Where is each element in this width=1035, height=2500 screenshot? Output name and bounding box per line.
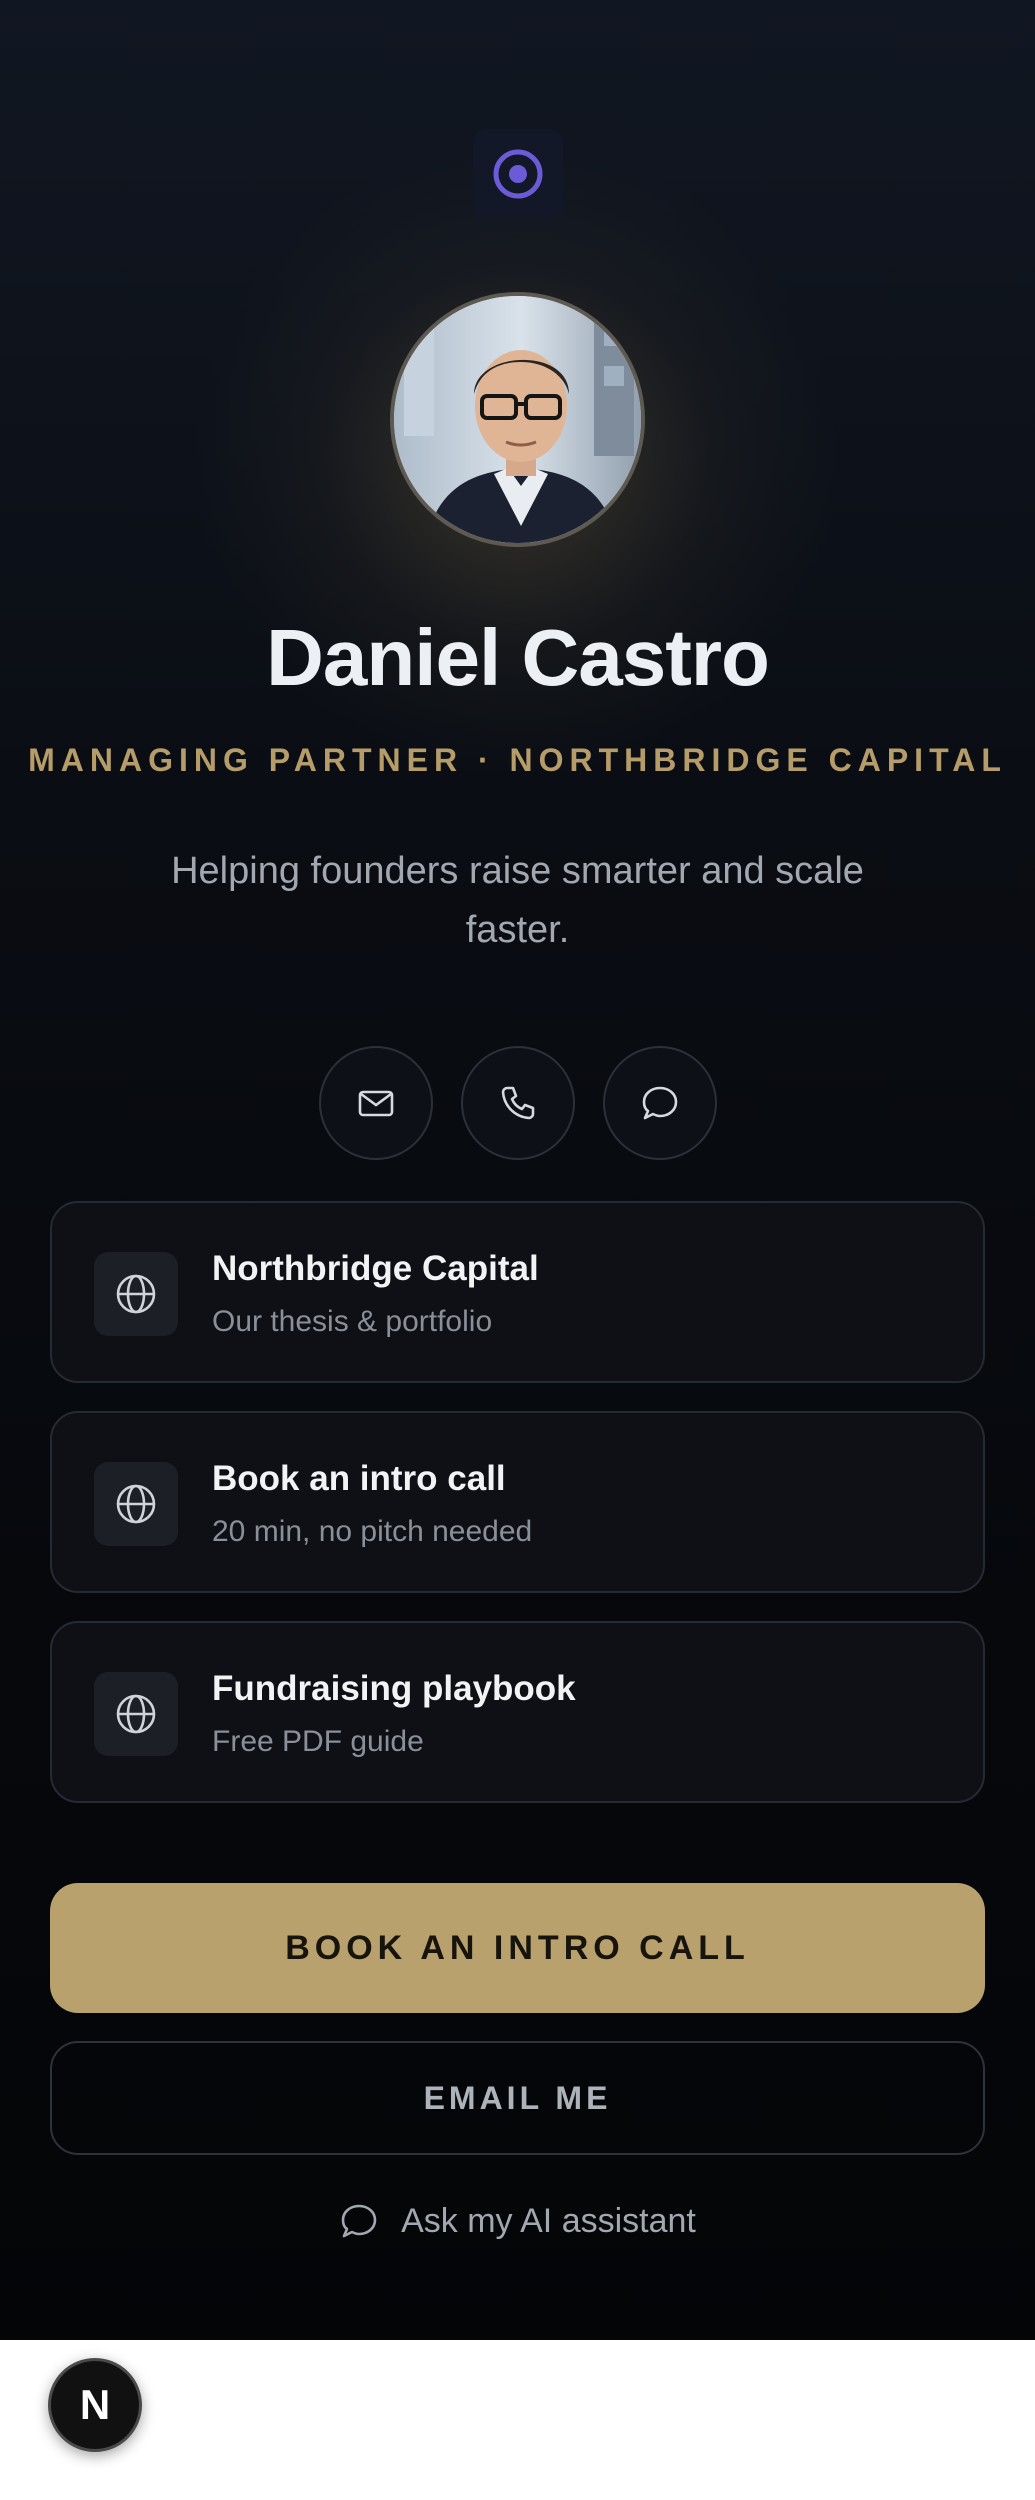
globe-icon [94,1252,178,1336]
email-button[interactable] [318,1046,433,1160]
mail-icon [358,1090,393,1117]
phone-button[interactable] [460,1046,575,1160]
n-badge-button[interactable]: N [48,2358,142,2452]
profile-page: Daniel Castro MANAGING PARTNER · NORTHBR… [0,0,1035,2340]
link-title: Book an intro call [212,1459,506,1498]
link-subtitle: 20 min, no pitch needed [212,1515,533,1548]
link-card-intro-call[interactable]: Book an intro call 20 min, no pitch need… [50,1411,985,1593]
globe-icon [94,1672,178,1756]
profile-tagline: Helping founders raise smarter and scale… [171,850,864,951]
brand-logo [473,129,563,219]
phone-icon [501,1086,534,1120]
contact-buttons [0,1046,1035,1160]
link-title: Fundraising playbook [212,1669,576,1708]
link-card-northbridge[interactable]: Northbridge Capital Our thesis & portfol… [50,1201,985,1383]
profile-role: MANAGING PARTNER · NORTHBRIDGE CAPITAL [28,742,1007,778]
avatar [390,292,645,547]
ai-assistant-link[interactable]: Ask my AI assistant [0,2196,1035,2246]
message-button[interactable] [602,1046,717,1160]
ai-assistant-label: Ask my AI assistant [401,2201,696,2240]
chat-icon [642,1086,677,1120]
profile-name: Daniel Castro [266,613,770,702]
link-card-playbook[interactable]: Fundraising playbook Free PDF guide [50,1621,985,1803]
chat-icon [341,2204,377,2238]
globe-icon [94,1462,178,1546]
link-subtitle: Free PDF guide [212,1725,424,1758]
link-title: Northbridge Capital [212,1249,539,1288]
target-icon [493,149,543,199]
link-subtitle: Our thesis & portfolio [212,1305,493,1338]
email-me-button[interactable]: EMAIL ME [50,2041,985,2155]
avatar-portrait [394,296,641,543]
book-intro-call-button[interactable]: BOOK AN INTRO CALL [50,1883,985,2013]
n-badge-letter: N [79,2381,111,2428]
